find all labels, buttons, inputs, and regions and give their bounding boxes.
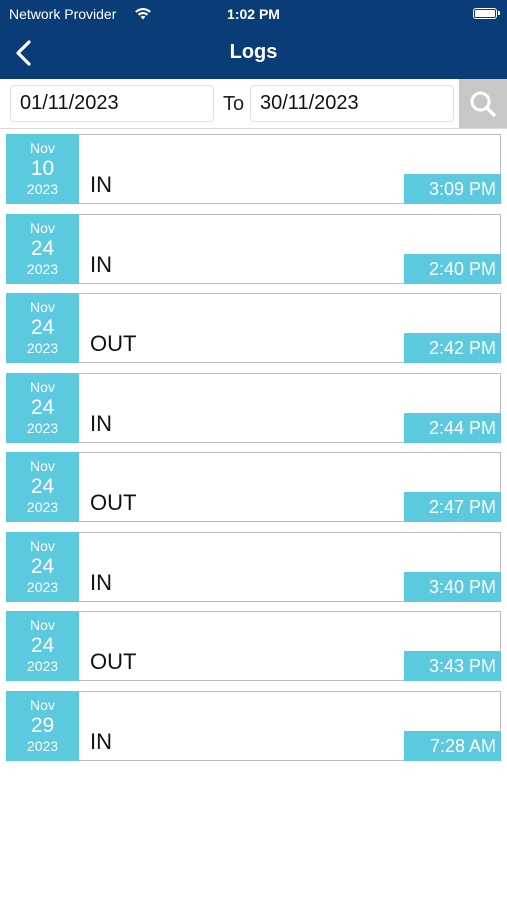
log-day: 24 [30, 316, 55, 339]
log-day: 24 [30, 236, 55, 260]
log-date-block: Nov 29 2023 [6, 690, 79, 761]
battery-icon [473, 8, 500, 19]
log-type: IN [90, 410, 112, 436]
log-row[interactable]: Nov 24 2023 OUT 2:42 PM [6, 293, 501, 363]
nav-bar: Logs [0, 28, 507, 79]
log-time: 7:28 AM [404, 730, 501, 761]
to-label: To [223, 93, 245, 115]
log-day: 24 [30, 395, 55, 419]
log-day: 24 [30, 554, 55, 578]
log-month: Nov [30, 299, 55, 315]
log-row[interactable]: Nov 24 2023 IN 3:40 PM [6, 531, 501, 602]
log-row[interactable]: Nov 24 2023 OUT 3:43 PM [6, 611, 501, 681]
log-type: IN [90, 728, 112, 754]
log-date-block: Nov 10 2023 [6, 134, 79, 204]
log-year: 2023 [26, 737, 59, 754]
date-filter-bar: 01/11/2023 To 30/11/2023 [0, 79, 507, 129]
log-month: Nov [30, 378, 55, 395]
log-year: 2023 [26, 658, 59, 674]
log-year: 2023 [26, 340, 59, 356]
log-year: 2023 [26, 181, 59, 197]
search-button[interactable] [459, 79, 507, 128]
log-date-block: Nov 24 2023 [6, 372, 79, 443]
log-type: OUT [90, 490, 137, 515]
log-year: 2023 [26, 260, 59, 277]
log-time: 2:40 PM [404, 253, 501, 284]
page-title: Logs [229, 41, 278, 63]
log-day: 24 [30, 634, 55, 657]
log-time: 2:44 PM [404, 412, 501, 443]
status-time: 1:02 PM [227, 6, 280, 22]
log-type: IN [90, 172, 112, 197]
log-date-block: Nov 24 2023 [6, 452, 79, 522]
log-type: OUT [90, 331, 137, 356]
log-year: 2023 [26, 499, 59, 515]
log-year: 2023 [26, 578, 59, 595]
log-day: 29 [30, 713, 55, 737]
log-month: Nov [30, 219, 55, 236]
log-row[interactable]: Nov 24 2023 IN 2:40 PM [6, 213, 501, 284]
log-time: 3:43 PM [404, 651, 501, 681]
status-bar: Network Provider 1:02 PM [0, 0, 507, 28]
log-type: OUT [90, 649, 137, 674]
log-type: IN [90, 251, 112, 277]
log-month: Nov [30, 617, 55, 633]
log-row[interactable]: Nov 10 2023 IN 3:09 PM [6, 134, 501, 204]
log-month: Nov [30, 696, 55, 713]
log-row[interactable]: Nov 24 2023 OUT 2:47 PM [6, 452, 501, 522]
log-time: 3:09 PM [404, 174, 501, 204]
search-icon [470, 91, 496, 117]
log-date-block: Nov 24 2023 [6, 213, 79, 284]
log-time: 3:40 PM [404, 571, 501, 602]
log-date-block: Nov 24 2023 [6, 531, 79, 602]
log-day: 24 [30, 475, 55, 498]
log-row[interactable]: Nov 24 2023 IN 2:44 PM [6, 372, 501, 443]
log-list: Nov 10 2023 IN 3:09 PM Nov 24 2023 IN 2:… [6, 134, 501, 770]
from-date-field[interactable]: 01/11/2023 [10, 85, 214, 122]
log-day: 10 [30, 157, 55, 180]
log-row[interactable]: Nov 29 2023 IN 7:28 AM [6, 690, 501, 761]
log-date-block: Nov 24 2023 [6, 293, 79, 363]
log-date-block: Nov 24 2023 [6, 611, 79, 681]
to-date-field[interactable]: 30/11/2023 [250, 85, 454, 122]
log-time: 2:47 PM [404, 492, 501, 522]
log-month: Nov [30, 458, 55, 474]
log-time: 2:42 PM [404, 333, 501, 363]
log-year: 2023 [26, 419, 59, 436]
log-month: Nov [30, 537, 55, 554]
log-type: IN [90, 569, 112, 595]
log-month: Nov [30, 140, 55, 156]
